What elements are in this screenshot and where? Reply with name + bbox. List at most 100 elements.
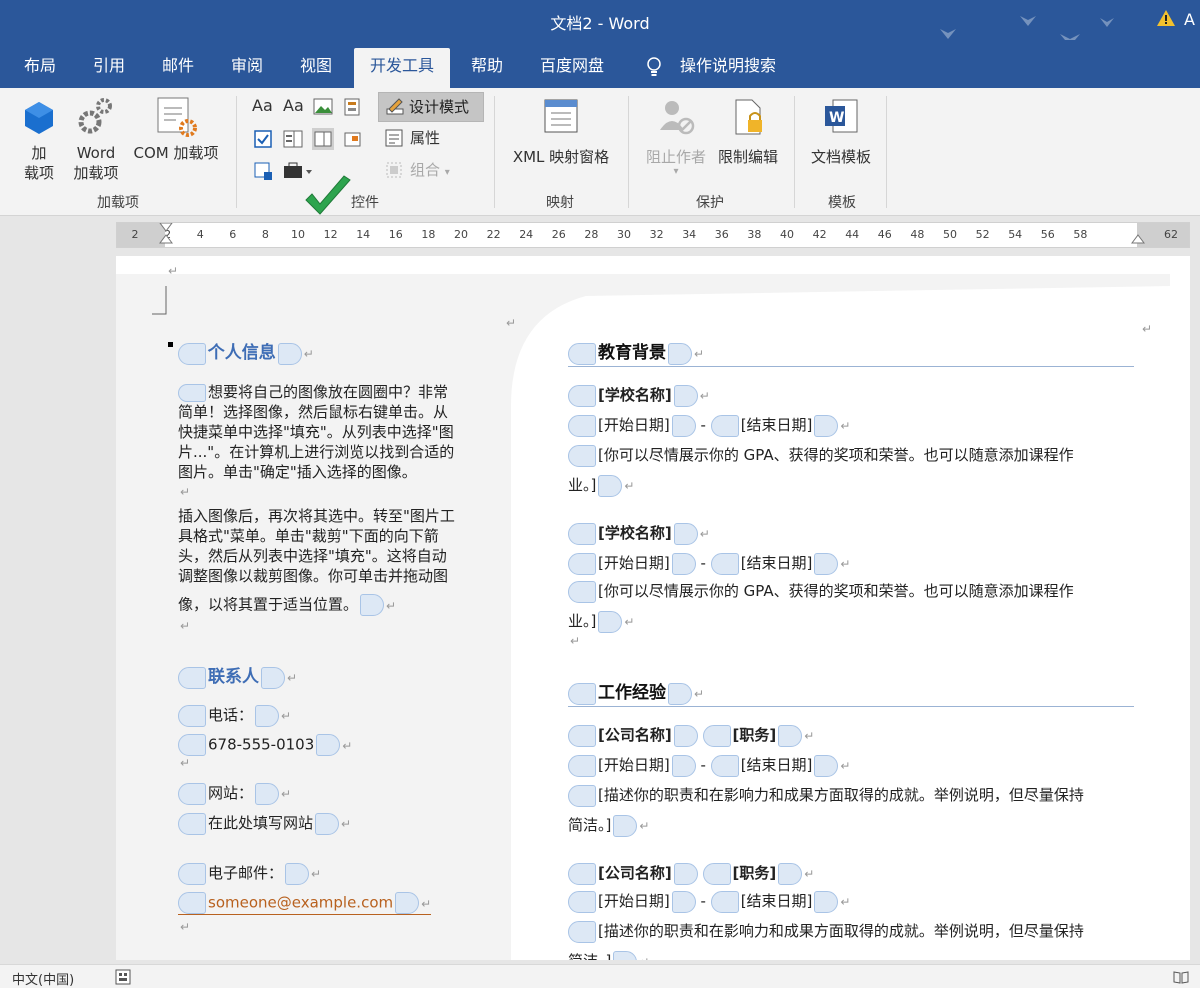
macro-recording-icon[interactable] <box>114 968 132 986</box>
account-initial[interactable]: A <box>1184 10 1195 29</box>
com-addins-button[interactable]: COM 加载项 <box>126 96 226 163</box>
work-experience-heading: 工作经验 ↵ <box>568 678 704 705</box>
school-name-row[interactable]: [学校名称] ↵ <box>568 522 710 545</box>
green-checkmark-icon <box>305 175 351 215</box>
ruler-tick-label: 28 <box>584 228 599 241</box>
tab-mailings[interactable]: 邮件 <box>162 48 194 88</box>
intro-paragraph[interactable]: 想要将自己的图像放在圆圈中？非常 简单！选择图像，然后鼠标右键单击。从 快捷菜单… <box>178 382 508 502</box>
properties-icon <box>385 129 403 147</box>
group-label-protect: 保护 <box>696 195 724 211</box>
ruler-tick-label: 50 <box>943 228 957 241</box>
ruler-tick-label: 8 <box>261 228 269 241</box>
document-page[interactable]: ↵ ↵ ↵ 个人信息 ↵ 想要将自己的图像放在圆圈中？非常 简单！选择图像，然后鼠… <box>116 256 1190 960</box>
xml-mapping-pane-button[interactable]: XML 映射窗格 <box>504 98 618 167</box>
company-position-row[interactable]: [公司名称] [职务] ↵ <box>568 862 814 885</box>
checkbox-control-icon[interactable] <box>252 128 274 150</box>
dropdown-list-icon[interactable] <box>312 128 334 150</box>
title-bar: 文档2 - Word A <box>0 0 1200 54</box>
svg-text:W: W <box>829 110 844 126</box>
right-indent-marker-icon[interactable] <box>1131 233 1145 247</box>
repeating-section-icon[interactable] <box>252 160 274 182</box>
image-instructions-paragraph[interactable]: 插入图像后，再次将其选中。转至"图片工 具格式"菜单。单击"裁剪"下面的向下箭 … <box>178 506 508 636</box>
group-button[interactable]: 组合 ▾ <box>384 160 450 183</box>
phone-label-row: 电话： ↵ <box>178 704 291 727</box>
block-authors-button[interactable]: 阻止作者 ▾ <box>638 98 714 177</box>
warning-icon[interactable] <box>1156 8 1176 28</box>
group-icon <box>386 162 402 178</box>
word-addins-button[interactable]: Word 加载项 <box>70 96 122 183</box>
ruler-tick-label: 14 <box>356 228 371 241</box>
ruler-tick-label: 24 <box>519 228 534 241</box>
ruler-tick-label: 56 <box>1040 228 1055 241</box>
ribbon-tabs: 布局 引用 邮件 审阅 视图 开发工具 帮助 百度网盘 操作说明搜索 <box>0 40 1200 88</box>
ruler-tick-label: 34 <box>682 228 697 241</box>
ruler-tick-label: 20 <box>454 228 468 241</box>
company-position-row[interactable]: [公司名称] [职务] ↵ <box>568 724 814 747</box>
work-description[interactable]: [描述你的职责和在影响力和成果方面取得的成就。举例说明，但尽量保持 <box>568 784 1084 807</box>
ruler-tick-label: 32 <box>649 228 664 241</box>
tab-references[interactable]: 引用 <box>93 48 125 88</box>
ruler-tick-label: 48 <box>910 228 925 241</box>
contact-heading: 联系人 ↵ <box>178 662 297 689</box>
picture-control-icon[interactable] <box>312 96 334 118</box>
education-description-cont[interactable]: 业。] ↵ <box>568 474 634 497</box>
restrict-editing-icon <box>735 99 762 135</box>
tab-view[interactable]: 视图 <box>300 48 332 88</box>
language-status[interactable]: 中文(中国) <box>12 969 74 988</box>
xml-mapping-icon <box>544 99 578 133</box>
group-label-mapping: 映射 <box>546 195 574 211</box>
properties-button[interactable]: 属性 <box>384 128 440 148</box>
rich-text-control-icon[interactable]: Aa <box>252 96 273 116</box>
indent-marker-icon[interactable] <box>159 223 173 247</box>
work-description[interactable]: [描述你的职责和在影响力和成果方面取得的成就。举例说明，但尽量保持 <box>568 920 1084 943</box>
tab-review[interactable]: 审阅 <box>231 48 263 88</box>
education-description[interactable]: [你可以尽情展示你的 GPA、获得的奖项和荣誉。也可以随意添加课程作 <box>568 580 1074 603</box>
tab-baidu-netdisk[interactable]: 百度网盘 <box>540 48 604 88</box>
restrict-editing-button[interactable]: 限制编辑 <box>712 98 784 167</box>
work-divider <box>568 706 1134 707</box>
email-value-row[interactable]: someone@example.com ↵ <box>178 892 432 915</box>
email-label-row: 电子邮件： ↵ <box>178 862 321 885</box>
phone-value-row[interactable]: 678-555-0103 ↵ <box>178 734 352 756</box>
date-range-row[interactable]: [开始日期] - [结束日期] ↵ <box>568 890 850 913</box>
plain-text-control-icon[interactable]: Aa <box>283 96 304 116</box>
date-picker-icon[interactable] <box>342 128 364 150</box>
ruler-tick-label: 42 <box>812 228 827 241</box>
work-description-cont[interactable]: 简洁。]↵ <box>568 814 649 837</box>
document-template-button[interactable]: W 文档模板 <box>804 98 878 167</box>
education-divider <box>568 366 1134 367</box>
ribbon-developer: 加 载项 Word 加载项 COM 加载项 加载项 Aa Aa 设计模式 属性 … <box>0 88 1200 216</box>
ruler-tick-label: 10 <box>291 228 305 241</box>
combo-box-icon[interactable] <box>282 128 304 150</box>
website-value-row[interactable]: 在此处填写网站 ↵ <box>178 812 351 835</box>
building-block-icon[interactable] <box>342 96 364 118</box>
date-range-row[interactable]: [开始日期] - [结束日期] ↵ <box>568 414 850 437</box>
ruler-tick-label: 52 <box>975 228 990 241</box>
work-description-cont[interactable]: 简洁。]↵ <box>568 950 649 960</box>
horizontal-ruler[interactable]: 2 2 4 6 8 10 12 14 16 18 20 22 24 26 28 30 32 34 36 38 40 42 4… <box>116 222 1190 248</box>
com-addin-icon <box>157 97 197 137</box>
tell-me-search[interactable]: 操作说明搜索 <box>680 48 776 88</box>
ruler-tick-label: 16 <box>388 228 403 241</box>
tab-developer[interactable]: 开发工具 <box>354 48 451 88</box>
ruler-tick-label: 26 <box>551 228 566 241</box>
tab-help[interactable]: 帮助 <box>471 48 503 88</box>
status-bar: 中文(中国) <box>0 964 1200 988</box>
date-range-row[interactable]: [开始日期] - [结束日期] ↵ <box>568 552 850 575</box>
tab-layout[interactable]: 布局 <box>24 48 56 88</box>
education-description[interactable]: [你可以尽情展示你的 GPA、获得的奖项和荣誉。也可以随意添加课程作 <box>568 444 1074 467</box>
ribbon-separator <box>628 96 629 208</box>
ruler-tick-label: 44 <box>845 228 860 241</box>
ruler-tick-label: 54 <box>1008 228 1023 241</box>
gears-icon <box>78 98 112 134</box>
word-template-icon: W <box>825 99 858 133</box>
addins-button[interactable]: 加 载项 <box>14 98 64 183</box>
ruler-left-margin <box>117 223 165 247</box>
read-mode-icon[interactable] <box>1172 968 1190 986</box>
design-mode-button[interactable]: 设计模式 <box>378 92 484 122</box>
school-name-row[interactable]: [学校名称] ↵ <box>568 384 710 407</box>
date-range-row[interactable]: [开始日期] - [结束日期] ↵ <box>568 754 850 777</box>
education-description-cont[interactable]: 业。] ↵ <box>568 610 634 633</box>
block-authors-icon <box>660 101 695 135</box>
education-heading: 教育背景 ↵ <box>568 338 704 365</box>
